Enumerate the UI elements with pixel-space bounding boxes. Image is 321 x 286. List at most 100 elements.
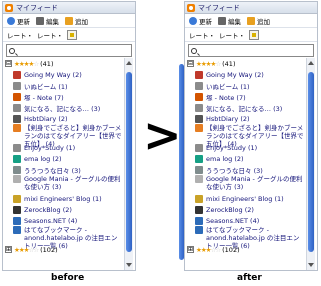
feed-item[interactable]: ema log (2) — [3, 153, 123, 164]
add-icon — [247, 16, 255, 25]
favicon-icon — [13, 216, 21, 225]
favicon-icon — [13, 165, 21, 174]
sort-dropdown-1[interactable]: レート・ — [189, 30, 215, 40]
feed-item[interactable]: 気になる、記になる… (3) — [185, 102, 305, 113]
feed-item[interactable]: いぬビーム (1) — [3, 80, 123, 91]
feed-item[interactable]: HsbtDiary (2) — [3, 113, 123, 124]
expand-icon[interactable]: ⊞ — [187, 246, 194, 253]
feed-item[interactable]: mixi Engineers' Blog (1) — [3, 193, 123, 204]
feed-item[interactable]: Google Mania - グーグルの便利な使い方 (3) — [185, 175, 305, 193]
sort-dropdown-2[interactable]: レート・ — [37, 30, 63, 40]
feed-item-label: ema log (2) — [206, 154, 244, 163]
vertical-scrollbar[interactable] — [306, 58, 315, 270]
sort-dropdown-1[interactable]: レート・ — [7, 30, 33, 40]
feed-item[interactable]: Going My Way (2) — [3, 69, 123, 80]
favicon-icon — [195, 165, 203, 174]
favicon-icon — [195, 175, 203, 183]
feed-item-label: Seasons.NET (4) — [24, 216, 78, 225]
comparison-arrow: > — [143, 108, 182, 162]
feed-item-label: いぬビーム (1) — [24, 82, 68, 91]
panel-titlebar: マイフィード — [3, 2, 135, 14]
favicon-icon — [195, 194, 203, 203]
group-count: (41) — [40, 59, 54, 68]
feed-item[interactable]: はてなブックマーク - anond.hatelabo.jp の注目エントリー一覧… — [3, 226, 123, 250]
edit-button[interactable]: 編集 — [218, 16, 241, 26]
add-button[interactable]: 追加 — [247, 16, 270, 26]
feed-item[interactable]: ZerockBlog (2) — [185, 204, 305, 215]
feed-item[interactable]: 【剣身でござると】剣身かブーメランのはてなダイアリー【世界で五位】 (4) — [3, 124, 123, 148]
feed-item[interactable]: 塚 - Note (7) — [3, 91, 123, 102]
group-count: (102) — [40, 245, 58, 254]
feed-item-label: ZerockBlog (2) — [24, 205, 72, 214]
feed-item[interactable]: いぬビーム (1) — [185, 80, 305, 91]
feed-item-label: Google Mania - グーグルの便利な使い方 (3) — [206, 175, 303, 191]
group-header[interactable]: ⊟ ★★★★☆ (41) — [3, 58, 123, 69]
favicon-icon — [195, 124, 203, 132]
favicon-icon — [195, 205, 203, 214]
sort-toolbar: レート・ レート・ — [3, 28, 135, 42]
feed-item[interactable]: Seasons.NET (4) — [3, 215, 123, 226]
feed-icon — [187, 3, 195, 12]
panel-title: マイフィード — [198, 3, 240, 12]
toolbar: 更新 編集 追加 — [3, 14, 135, 28]
feed-item[interactable]: Seasons.NET (4) — [185, 215, 305, 226]
collapse-icon[interactable]: ⊟ — [187, 60, 194, 67]
feed-item[interactable]: ema log (2) — [185, 153, 305, 164]
feed-item[interactable]: Google Mania - グーグルの便利な使い方 (3) — [3, 175, 123, 193]
feed-item-label: Going My Way (2) — [24, 70, 82, 79]
scroll-thumb[interactable] — [308, 72, 314, 252]
feed-item-label: いぬビーム (1) — [206, 82, 250, 91]
feed-item[interactable]: 【剣身でござると】剣身かブーメランのはてなダイアリー【世界で五位】 (4) — [185, 124, 305, 148]
add-icon — [65, 16, 73, 25]
feed-item[interactable]: 気になる、記になる… (3) — [3, 102, 123, 113]
view-toggle-icon[interactable] — [249, 29, 259, 40]
scroll-down-icon[interactable] — [308, 263, 314, 267]
feed-item-label: HsbtDiary (2) — [24, 114, 68, 123]
refresh-button[interactable]: 更新 — [189, 16, 212, 26]
feed-item[interactable]: ううつうな日々 (3) — [185, 164, 305, 175]
favicon-icon — [13, 70, 21, 79]
feed-item[interactable]: はてなブックマーク - anond.hatelabo.jp の注目エントリー一覧… — [185, 226, 305, 250]
feed-item-label: ema log (2) — [24, 154, 62, 163]
scroll-up-icon[interactable] — [126, 61, 132, 65]
toolbar: 更新 編集 追加 — [185, 14, 317, 28]
sort-toolbar: レート・ レート・ — [185, 28, 317, 42]
scroll-thumb[interactable] — [126, 72, 132, 252]
vertical-scrollbar[interactable] — [124, 58, 133, 270]
refresh-icon — [7, 16, 15, 25]
feed-item[interactable]: ZerockBlog (2) — [3, 204, 123, 215]
feed-item-label: 気になる、記になる… (3) — [206, 104, 283, 113]
feed-item[interactable]: 塚 - Note (7) — [185, 91, 305, 102]
feed-item-label: Enjoy*Study (1) — [206, 143, 258, 152]
add-button[interactable]: 追加 — [65, 16, 88, 26]
search-input[interactable] — [188, 44, 314, 57]
feed-item[interactable]: mixi Engineers' Blog (1) — [185, 193, 305, 204]
favicon-icon — [13, 154, 21, 163]
scroll-down-icon[interactable] — [126, 263, 132, 267]
expand-icon[interactable]: ⊞ — [5, 246, 12, 253]
feed-item[interactable]: Going My Way (2) — [185, 69, 305, 80]
feed-item-label: HsbtDiary (2) — [206, 114, 250, 123]
group-header[interactable]: ⊟ ★★★★☆ (41) — [185, 58, 305, 69]
caption-before: before — [51, 273, 85, 283]
feed-item-label: 気になる、記になる… (3) — [24, 104, 101, 113]
view-toggle-icon[interactable] — [67, 29, 77, 40]
favicon-icon — [13, 194, 21, 203]
feed-icon — [5, 3, 13, 12]
feed-item-label: mixi Engineers' Blog (1) — [24, 194, 102, 203]
scroll-up-icon[interactable] — [308, 61, 314, 65]
group-count: (102) — [222, 245, 240, 254]
group-count: (41) — [222, 59, 236, 68]
search-input[interactable] — [6, 44, 132, 57]
favicon-icon — [13, 175, 21, 183]
edit-button[interactable]: 編集 — [36, 16, 59, 26]
refresh-button[interactable]: 更新 — [7, 16, 30, 26]
favicon-icon — [195, 92, 203, 101]
favicon-icon — [13, 81, 21, 90]
sort-dropdown-2[interactable]: レート・ — [219, 30, 245, 40]
rating-stars: ★★★★☆ — [14, 59, 39, 68]
feed-item[interactable]: ううつうな日々 (3) — [3, 164, 123, 175]
favicon-icon — [195, 154, 203, 163]
collapse-icon[interactable]: ⊟ — [5, 60, 12, 67]
feed-item[interactable]: HsbtDiary (2) — [185, 113, 305, 124]
